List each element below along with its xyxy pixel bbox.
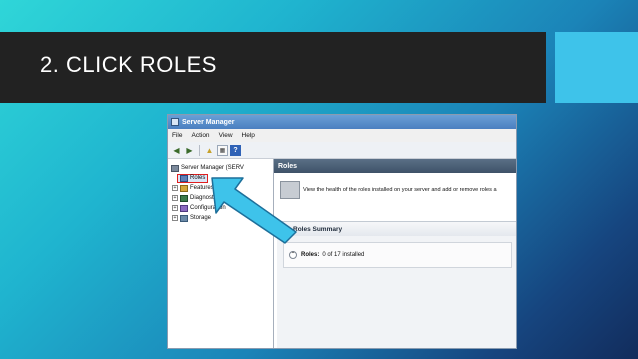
- tree-item-features-label: Features: [190, 185, 214, 191]
- roles-intro-text: View the health of the roles installed o…: [303, 187, 497, 193]
- roles-count-label: Roles:: [301, 252, 320, 258]
- tree-item-root-label: Server Manager (SERV: [181, 165, 244, 171]
- forward-arrow-icon[interactable]: ▶: [184, 145, 195, 156]
- tree-item-storage[interactable]: + Storage: [168, 213, 273, 223]
- roles-summary-header[interactable]: ⌃ Roles Summary: [277, 222, 516, 236]
- console-tree: Server Manager (SERV Roles + Features + …: [168, 159, 274, 348]
- expand-icon[interactable]: +: [172, 195, 178, 201]
- tree-item-roles[interactable]: Roles: [168, 173, 273, 183]
- diagnostics-icon: [180, 194, 188, 202]
- roles-count-value: 0 of 17 installed: [322, 252, 365, 258]
- tree-item-storage-label: Storage: [190, 215, 212, 221]
- server-manager-app-icon: [171, 118, 179, 126]
- configuration-icon: [180, 204, 188, 212]
- roles-summary-title: Roles Summary: [293, 225, 343, 233]
- tree-item-diagnostics-label: Diagnostics: [190, 195, 222, 201]
- expand-icon[interactable]: +: [172, 205, 178, 211]
- roles-large-icon: [280, 181, 300, 199]
- details-pane-header: Roles: [274, 159, 516, 173]
- roles-summary-section: ⌃ Roles Summary ⌃ Roles: 0 of 17 install…: [277, 221, 516, 348]
- tree-item-configuration-label: Configuration: [190, 205, 226, 211]
- menu-file[interactable]: File: [172, 132, 182, 139]
- expand-icon[interactable]: +: [172, 185, 178, 191]
- tree-item-roles-label: Roles: [190, 175, 206, 181]
- roles-intro: View the health of the roles installed o…: [280, 177, 516, 203]
- server-manager-window: Server Manager File Action View Help ◀ ▶…: [167, 114, 517, 349]
- toolbar-separator: [199, 144, 200, 156]
- storage-icon: [180, 214, 188, 222]
- roles-highlight-box[interactable]: Roles: [177, 173, 209, 183]
- features-icon: [180, 184, 188, 192]
- window-title: Server Manager: [182, 118, 235, 126]
- collapse-icon[interactable]: ⌃: [281, 225, 289, 233]
- menu-help[interactable]: Help: [242, 132, 255, 139]
- slide-title: 2. CLICK ROLES: [40, 52, 217, 77]
- back-arrow-icon[interactable]: ◀: [171, 145, 182, 156]
- tree-item-root[interactable]: Server Manager (SERV: [168, 163, 273, 173]
- up-folder-icon[interactable]: ▲: [204, 145, 215, 156]
- menu-bar: File Action View Help: [168, 129, 516, 142]
- window-content: Server Manager (SERV Roles + Features + …: [168, 159, 516, 348]
- details-pane: Roles View the health of the roles insta…: [274, 159, 516, 348]
- roles-count-box: ⌃ Roles: 0 of 17 installed: [283, 242, 512, 268]
- window-titlebar: Server Manager: [168, 115, 516, 129]
- accent-square: [555, 32, 638, 103]
- menu-view[interactable]: View: [219, 132, 233, 139]
- menu-action[interactable]: Action: [191, 132, 209, 139]
- expand-icon[interactable]: +: [172, 215, 178, 221]
- server-icon: [171, 164, 179, 172]
- tree-item-diagnostics[interactable]: + Diagnostics: [168, 193, 273, 203]
- tree-item-features[interactable]: + Features: [168, 183, 273, 193]
- show-hide-console-tree-icon[interactable]: ▦: [217, 144, 228, 156]
- roles-icon: [180, 174, 188, 182]
- collapse-icon[interactable]: ⌃: [289, 251, 297, 259]
- tree-item-configuration[interactable]: + Configuration: [168, 203, 273, 213]
- toolbar: ◀ ▶ ▲ ▦ ?: [168, 142, 516, 159]
- help-button[interactable]: ?: [230, 144, 241, 156]
